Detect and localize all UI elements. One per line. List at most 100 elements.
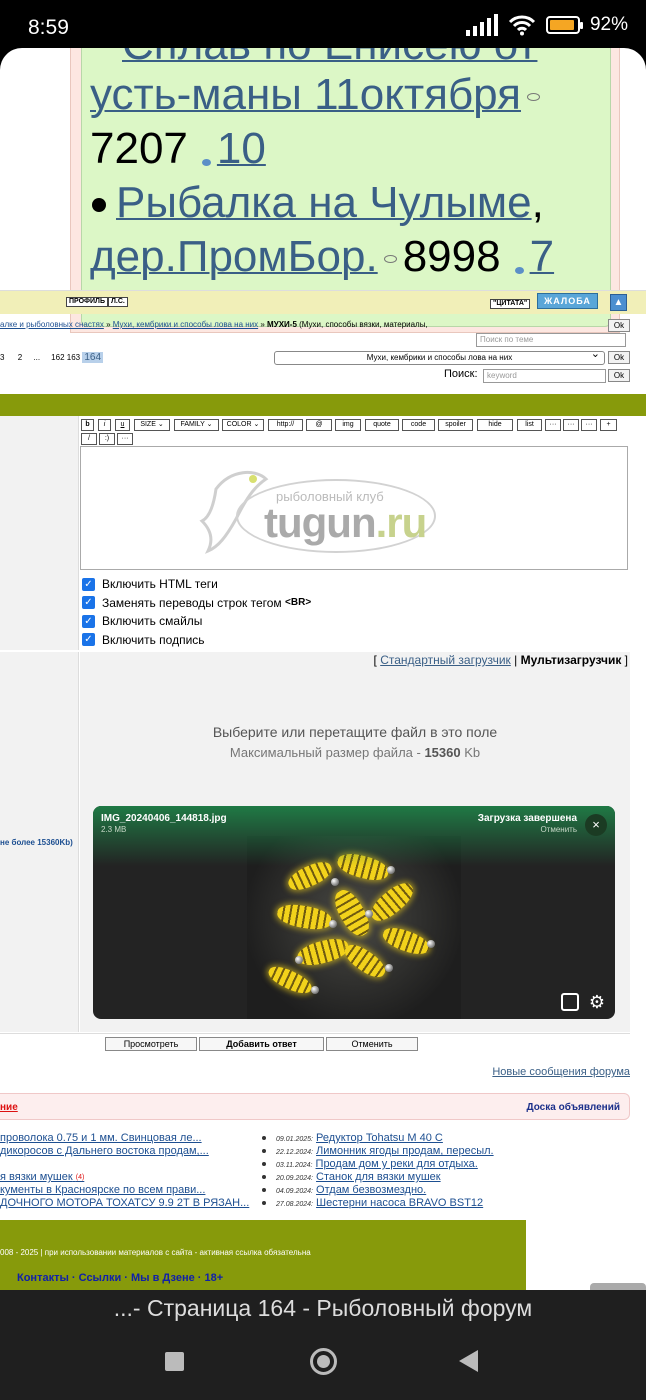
- ok-button[interactable]: Ok: [608, 351, 630, 364]
- recent-apps-icon[interactable]: [165, 1352, 184, 1371]
- url-button[interactable]: http://: [268, 419, 303, 431]
- list-item: [0, 1158, 249, 1171]
- extra-button[interactable]: ···: [581, 419, 597, 431]
- file-uploader[interactable]: [ Стандартный загрузчик | Мультизагрузчи…: [80, 652, 630, 1032]
- status-icons: 92%: [465, 14, 628, 36]
- topic-link-enisey[interactable]: усть-маны 11октября: [90, 70, 521, 119]
- replies-link[interactable]: 10: [217, 124, 266, 173]
- clock: 8:59: [28, 16, 69, 39]
- classifieds-title[interactable]: Доска объявлений: [526, 1102, 620, 1113]
- complaint-button[interactable]: ЖАЛОБА: [537, 293, 598, 309]
- forum-jump-select[interactable]: Мухи, кембрики и способы лова на них: [274, 348, 605, 365]
- search-input[interactable]: keyword: [483, 369, 606, 383]
- list-item[interactable]: 03.11.2024: Продам дом у реки для отдыха…: [262, 1158, 494, 1171]
- uploader-mode-switch: [ Стандартный загрузчик | Мультизагрузчи…: [373, 653, 628, 667]
- slash-button[interactable]: /: [81, 433, 97, 445]
- topic-link-prombor[interactable]: дер.ПромБор.: [90, 232, 378, 281]
- extra-button[interactable]: ···: [563, 419, 579, 431]
- page-link[interactable]: 3: [0, 353, 4, 362]
- quote-tag-button[interactable]: quote: [365, 419, 399, 431]
- upload-cancel-link[interactable]: Отменить: [540, 825, 577, 834]
- uploaded-file-card: IMG_20240406_144818.jpg 2.3 MB Загрузка …: [93, 806, 615, 1019]
- list-button[interactable]: list: [517, 419, 542, 431]
- web-page[interactable]: Сплав по Енисею от усть-маны 11октября 7…: [0, 48, 646, 1290]
- pm-button[interactable]: Л.С.: [108, 297, 128, 307]
- checkbox-checked-icon[interactable]: ✓: [82, 596, 95, 610]
- option-signature[interactable]: ✓ Включить подпись: [82, 631, 311, 650]
- topic-link-enisey-cut[interactable]: Сплав по Енисею от: [122, 48, 537, 69]
- topic-link-chulym[interactable]: Рыбалка на Чулыме: [116, 178, 532, 227]
- size-select[interactable]: SIZE: [134, 419, 170, 431]
- color-select[interactable]: COLOR: [222, 419, 264, 431]
- scroll-up-button[interactable]: ▲: [610, 294, 627, 311]
- italic-button[interactable]: i: [98, 419, 111, 431]
- underline-button[interactable]: u: [115, 419, 130, 431]
- replies-icon: [514, 267, 524, 274]
- back-icon[interactable]: [459, 1350, 478, 1372]
- extra-button[interactable]: ···: [545, 419, 561, 431]
- checkbox-checked-icon[interactable]: ✓: [82, 614, 95, 628]
- option-br[interactable]: ✓ Заменять переводы строк тегом <BR>: [82, 594, 311, 613]
- smile-button[interactable]: :): [99, 433, 115, 445]
- form-buttons: Просмотреть Добавить ответ Отменить: [0, 1033, 630, 1053]
- list-item[interactable]: я вязки мушек (4): [0, 1171, 249, 1184]
- cancel-button[interactable]: Отменить: [326, 1037, 418, 1051]
- signal-icon: [465, 14, 498, 36]
- list-item[interactable]: кументы в Красноярске по всем прави...: [0, 1184, 249, 1197]
- option-html[interactable]: ✓ Включить HTML теги: [82, 575, 311, 594]
- list-item[interactable]: 04.09.2024: Отдам безвозмездно.: [262, 1184, 494, 1197]
- breadcrumb-link[interactable]: алке и рыболовных снастях: [0, 320, 104, 329]
- bold-button[interactable]: b: [81, 419, 94, 431]
- quote-button[interactable]: "ЦИТАТА": [490, 299, 531, 309]
- ok-button[interactable]: Ok: [608, 369, 630, 382]
- message-textarea[interactable]: рыболовный клуб tugun.ru: [80, 446, 628, 570]
- remove-file-button[interactable]: ×: [585, 814, 607, 836]
- code-button[interactable]: code: [402, 419, 435, 431]
- logo-name-text: tugun.ru: [264, 499, 427, 546]
- list-item[interactable]: проволока 0.75 и 1 мм. Свинцовая ле...: [0, 1132, 249, 1145]
- preview-button[interactable]: Просмотреть: [105, 1037, 197, 1051]
- hide-button[interactable]: hide: [477, 419, 513, 431]
- family-select[interactable]: FAMILY: [174, 419, 219, 431]
- submit-reply-button[interactable]: Добавить ответ: [199, 1037, 324, 1051]
- topic-search-input[interactable]: Поиск по теме: [476, 333, 626, 347]
- replies-link[interactable]: 7: [530, 232, 554, 281]
- image-edit-icon[interactable]: [561, 993, 579, 1011]
- ok-button[interactable]: Ok: [608, 319, 630, 332]
- checkbox-checked-icon[interactable]: ✓: [82, 633, 95, 647]
- img-button[interactable]: img: [335, 419, 361, 431]
- spoiler-button[interactable]: spoiler: [438, 419, 473, 431]
- site-footer: 008 - 2025 | при использовании материало…: [0, 1220, 526, 1290]
- section-divider: [0, 394, 646, 416]
- latest-topics-list: проволока 0.75 и 1 мм. Свинцовая ле... д…: [0, 1132, 249, 1210]
- page-link[interactable]: 2: [18, 353, 22, 362]
- section-link[interactable]: ние: [0, 1102, 18, 1113]
- option-smiles[interactable]: ✓ Включить смайлы: [82, 612, 311, 631]
- list-item[interactable]: 22.12.2024: Лимонник ягоды продам, перес…: [262, 1145, 494, 1158]
- footer-links[interactable]: Контакты · Ссылки · Мы в Дзене · 18+: [17, 1272, 223, 1284]
- breadcrumb-link[interactable]: Мухи, кембрики и способы лова на них: [113, 320, 258, 329]
- list-item[interactable]: 20.09.2024: Станок для вязки мушек: [262, 1171, 494, 1184]
- page-link[interactable]: 162: [51, 353, 64, 362]
- bullet-icon: [262, 1162, 266, 1167]
- page-link[interactable]: 163: [67, 353, 80, 362]
- profile-button[interactable]: ПРОФИЛЬ: [66, 297, 109, 307]
- list-item[interactable]: дикоросов с Дальнего востока продам,...: [0, 1145, 249, 1158]
- extra-button[interactable]: ···: [117, 433, 133, 445]
- scroll-handle[interactable]: [590, 1283, 646, 1290]
- checkbox-checked-icon[interactable]: ✓: [82, 577, 95, 591]
- gear-icon[interactable]: ⚙: [587, 992, 607, 1012]
- plus-button[interactable]: +: [600, 419, 617, 431]
- email-button[interactable]: @: [306, 419, 332, 431]
- new-messages-link[interactable]: Новые сообщения форума: [492, 1066, 630, 1078]
- drop-zone-title[interactable]: Выберите или перетащите файл в это поле: [80, 724, 630, 740]
- file-name: IMG_20240406_144818.jpg: [101, 813, 227, 824]
- home-icon[interactable]: [310, 1348, 337, 1375]
- breadcrumb: алке и рыболовных снастях » Мухи, кембри…: [0, 320, 428, 329]
- max-size-text: Максимальный размер файла - 15360 Kb: [229, 745, 481, 760]
- list-item[interactable]: 09.01.2025: Редуктор Tohatsu M 40 C: [262, 1132, 494, 1145]
- standard-uploader-link[interactable]: Стандартный загрузчик: [380, 653, 511, 667]
- list-item[interactable]: 27.08.2024: Шестерни насоса BRAVO BST12: [262, 1197, 494, 1210]
- list-item[interactable]: ДОЧНОГО МОТОРА ТОХАТСУ 9.9 2Т В РЯЗАН...: [0, 1197, 249, 1210]
- browser-page-title[interactable]: ...- Страница 164 - Рыболовный форум: [0, 1290, 646, 1330]
